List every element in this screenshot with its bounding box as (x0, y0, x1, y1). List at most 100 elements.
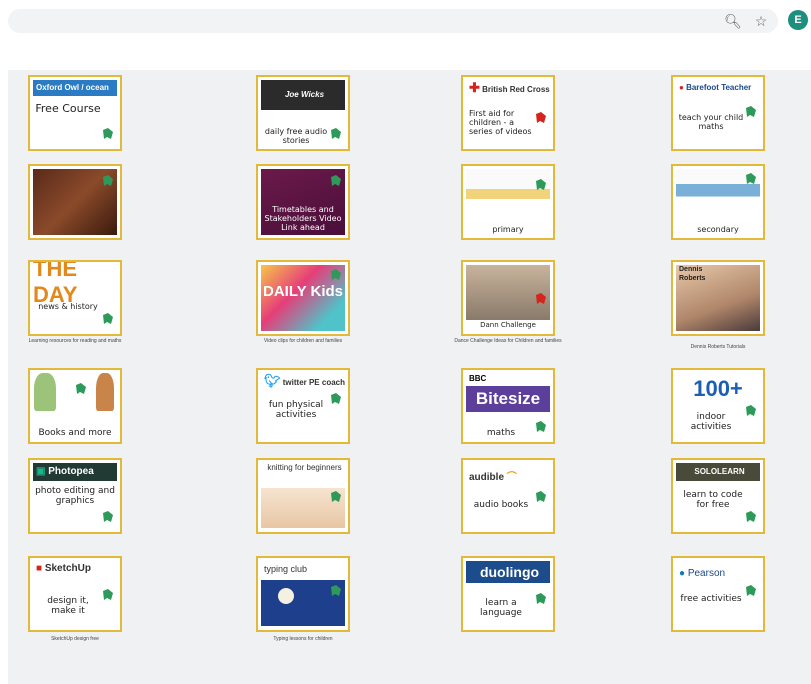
tile-label: Free Course (35, 102, 101, 115)
tile-header: ✚ British Red Cross (469, 80, 550, 95)
tile-header: Oxford Owl / ocean (33, 80, 117, 96)
tile-dance-challenge[interactable]: Dann Challenge (461, 260, 555, 336)
google-arts-icon (536, 293, 546, 304)
tile-label: First aid for children - a series of vid… (469, 109, 532, 136)
tile-red-cross[interactable]: ✚ British Red Cross First aid for childr… (461, 75, 555, 151)
tile-label: primary (492, 225, 524, 234)
address-bar[interactable] (8, 9, 778, 33)
tile-logo: 100+ (693, 376, 743, 401)
google-arts-icon (536, 421, 546, 432)
tile-header: ■ SketchUp (36, 563, 91, 574)
tile-illustration (96, 373, 114, 411)
tile-label: design it, make it (47, 596, 89, 616)
tile-header: knitting for beginners (267, 463, 342, 472)
tile-logo: THE DAY (33, 260, 78, 307)
tile-label: audio books (473, 500, 529, 510)
tile-primary[interactable]: primary (461, 164, 555, 240)
tile-label: maths (486, 428, 516, 438)
tile-label: daily free audio stories (264, 127, 328, 145)
tile-caption: SketchUp design free (51, 636, 99, 642)
tile-pe-coach[interactable]: 🐦︎ twitter PE coach fun physical activit… (256, 368, 350, 444)
tile-knitting[interactable]: knitting for beginners (256, 458, 350, 534)
tile-oxford-owl[interactable]: Oxford Owl / ocean Free Course (28, 75, 122, 151)
tile-screenshot (466, 169, 550, 219)
tile-logo: Bitesize (466, 386, 550, 412)
tile-header: audible ⌒ (469, 472, 517, 483)
google-arts-icon (746, 173, 756, 184)
tile-header: Joe Wicks (284, 90, 325, 99)
resource-grid: Oxford Owl / ocean Free Course Joe Wicks… (8, 70, 811, 684)
tile-header: ▣ Photopea (33, 463, 117, 481)
audible-logo-icon: ⌒ (504, 472, 517, 483)
tile-timetables[interactable]: Timetables and Stakeholders Video Link a… (256, 164, 350, 240)
google-arts-icon (331, 269, 341, 280)
tile-header: SOLOLEARN (676, 463, 760, 481)
tile-sololearn[interactable]: SOLOLEARN learn to code for free (671, 458, 765, 534)
tile-the-day[interactable]: THE DAY news & history (28, 260, 122, 336)
google-arts-icon (103, 175, 113, 186)
tile-duolingo[interactable]: duolingo learn a language (461, 556, 555, 632)
tile-label: teach your child maths (678, 113, 744, 131)
tile-barefoot-teacher[interactable]: ● Barefoot Teacher teach your child math… (671, 75, 765, 151)
tile-header: typing club (264, 564, 308, 574)
google-arts-icon (76, 383, 86, 394)
browser-toolbar: 🔍︎ ☆ E (0, 0, 811, 40)
tile-header: ● Pearson (679, 568, 726, 579)
google-arts-icon (331, 393, 341, 404)
star-icon[interactable]: ☆ (752, 12, 770, 30)
google-arts-icon (103, 313, 113, 324)
tile-label: fun physical activities (268, 400, 324, 420)
google-arts-icon (746, 585, 756, 596)
tile-header: ● Barefoot Teacher (679, 83, 752, 92)
magnifier-icon[interactable]: 🔍︎ (724, 12, 742, 30)
tile-header: duolingo (466, 561, 550, 583)
tile-pearson[interactable]: ● Pearson free activities (671, 556, 765, 632)
tile-label: Dann Challenge (480, 321, 536, 329)
red-cross-icon: ✚ (469, 80, 480, 95)
tile-label: photo editing and graphics (35, 486, 115, 506)
tile-dennis-roberts[interactable]: Dennis Roberts (671, 260, 765, 336)
barefoot-logo-icon: ● (679, 83, 684, 92)
tile-label: Timetables and Stakeholders Video Link a… (264, 205, 342, 232)
google-arts-icon (536, 179, 546, 190)
google-arts-icon (103, 128, 113, 139)
tile-label: indoor activities (690, 412, 732, 432)
tile-audible[interactable]: audible ⌒ audio books (461, 458, 555, 534)
tile-caption: Dennis Roberts Tutorials (690, 344, 746, 350)
tile-header: 🐦︎ twitter PE coach (264, 373, 345, 388)
google-arts-icon (331, 128, 341, 139)
google-arts-icon (746, 511, 756, 522)
google-arts-icon (746, 405, 756, 416)
photopea-logo-icon: ▣ (36, 466, 46, 477)
tile-daily-kids[interactable]: DAILY Kids (256, 260, 350, 336)
google-arts-icon (536, 491, 546, 502)
tile-books-and-more[interactable]: Books and more (28, 368, 122, 444)
tile-photopea[interactable]: ▣ Photopea photo editing and graphics (28, 458, 122, 534)
google-arts-icon (536, 593, 546, 604)
tile-label: learn a language (480, 598, 522, 618)
tile-sketchup[interactable]: ■ SketchUp design it, make it (28, 556, 122, 632)
google-arts-icon (331, 491, 341, 502)
tile-header: BBC (469, 374, 487, 383)
tile-label: free activities (680, 594, 742, 604)
tile-caption: Dance Challenge Ideas for Children and f… (454, 338, 562, 344)
tile-joe-wicks[interactable]: Joe Wicks daily free audio stories (256, 75, 350, 151)
moon-icon (278, 588, 294, 604)
tile-caption: Video clips for children and families (263, 338, 343, 344)
google-arts-icon (331, 585, 341, 596)
tile-header: Dennis Roberts (679, 266, 706, 281)
pearson-logo-icon: ● (679, 568, 686, 579)
tile-bbc-bitesize[interactable]: BBC Bitesize maths (461, 368, 555, 444)
google-arts-icon (103, 511, 113, 522)
google-arts-icon (103, 589, 113, 600)
tile-label: news & history (38, 302, 98, 311)
google-arts-icon (536, 112, 546, 123)
profile-avatar[interactable]: E (788, 10, 808, 30)
tile-secondary[interactable]: secondary (671, 164, 765, 240)
tile-label: secondary (697, 225, 739, 234)
tile-photo-performance[interactable] (28, 164, 122, 240)
tile-100-indoor[interactable]: 100+ indoor activities (671, 368, 765, 444)
sketchup-logo-icon: ■ (36, 563, 43, 574)
tile-typing-club[interactable]: typing club (256, 556, 350, 632)
tile-label: Books and more (38, 428, 112, 438)
